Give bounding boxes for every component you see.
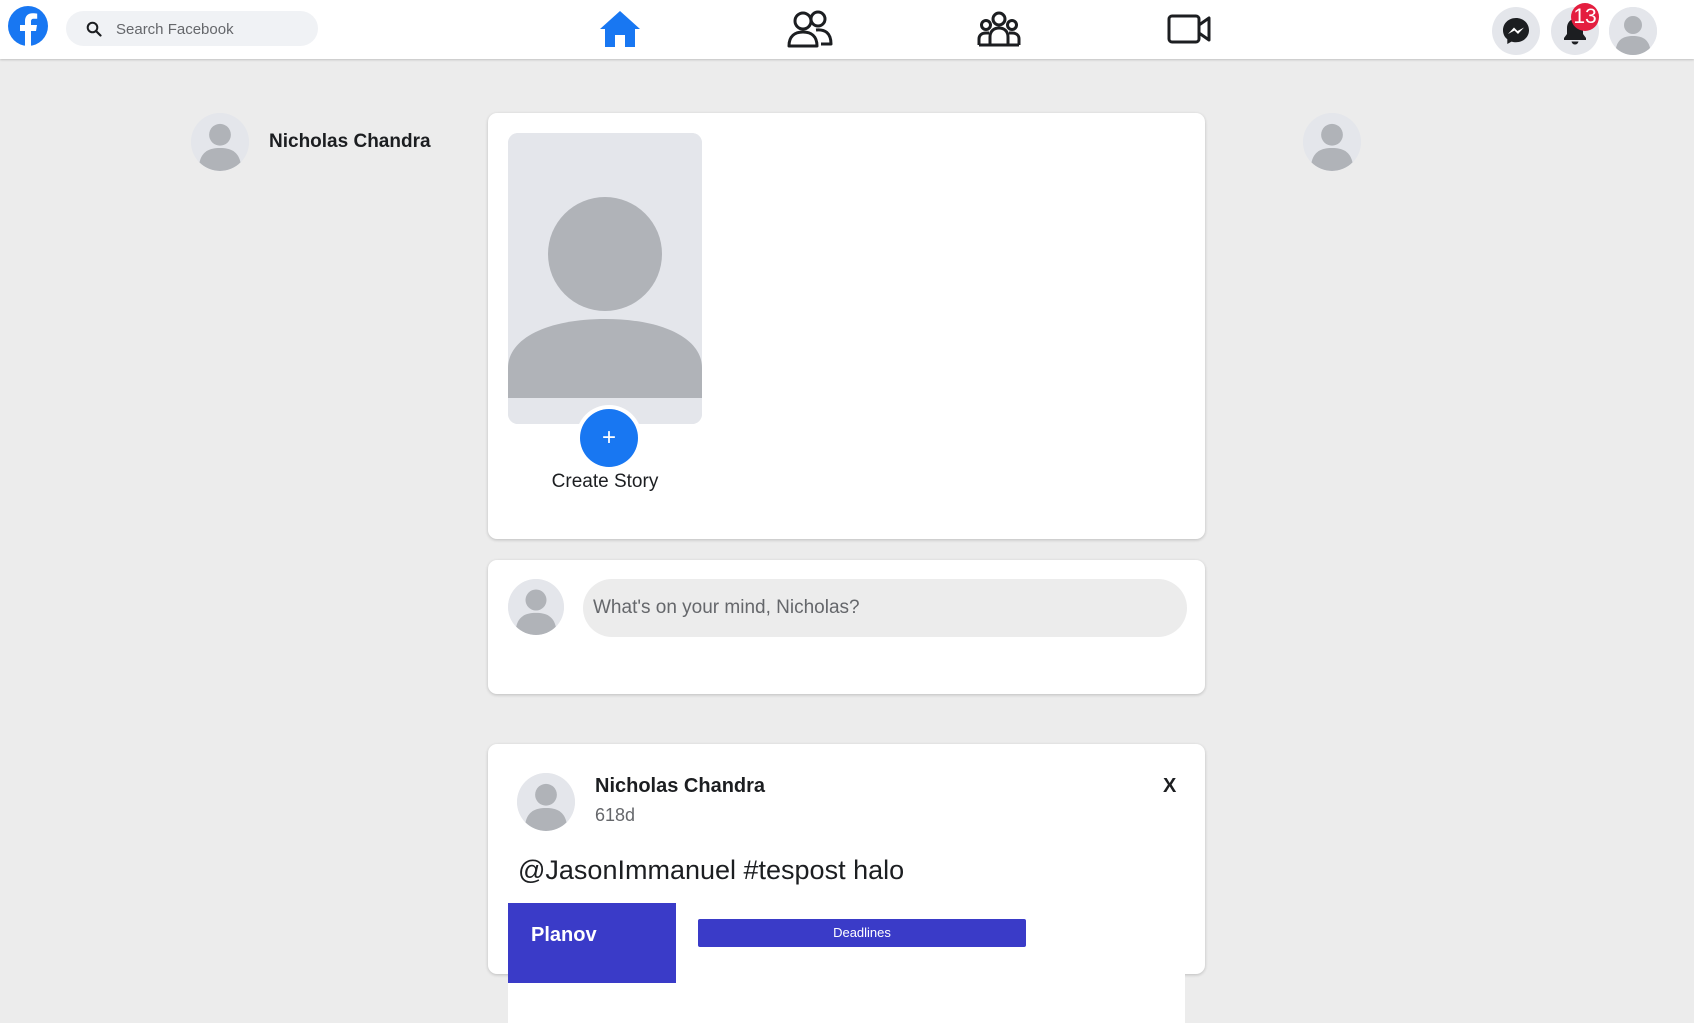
post-image[interactable]: Planov Deadlines bbox=[508, 903, 1185, 1023]
avatar-icon bbox=[508, 579, 564, 635]
sidebar-user-name[interactable]: Nicholas Chandra bbox=[269, 131, 431, 153]
planov-logo-text: Planov bbox=[531, 924, 597, 946]
groups-icon bbox=[977, 11, 1021, 47]
post-author-name[interactable]: Nicholas Chandra bbox=[595, 775, 765, 798]
nav-friends[interactable] bbox=[787, 8, 833, 50]
home-icon bbox=[600, 11, 640, 47]
deadlines-bar: Deadlines bbox=[698, 919, 1026, 947]
facebook-logo-icon[interactable] bbox=[8, 6, 48, 46]
nav-groups[interactable] bbox=[976, 8, 1022, 50]
search-box[interactable] bbox=[66, 11, 318, 48]
friends-icon bbox=[787, 10, 833, 48]
post-timestamp: 618d bbox=[595, 805, 636, 825]
create-story-label[interactable]: Create Story bbox=[508, 471, 702, 493]
avatar-icon bbox=[517, 773, 575, 831]
avatar-icon bbox=[1609, 7, 1657, 55]
stories-card: + Create Story bbox=[488, 113, 1205, 539]
search-icon bbox=[86, 21, 102, 37]
search-input[interactable] bbox=[114, 11, 313, 48]
avatar-icon bbox=[1303, 113, 1361, 171]
planov-sidebar-panel: Planov bbox=[508, 903, 676, 983]
post-card: Nicholas Chandra 618d X @JasonImmanuel #… bbox=[488, 744, 1205, 1023]
plus-icon: + bbox=[580, 409, 638, 467]
create-story-button[interactable]: + bbox=[576, 405, 642, 471]
messenger-icon bbox=[1503, 18, 1529, 44]
top-navigation-bar: 13 bbox=[0, 0, 1694, 59]
avatar-icon bbox=[191, 113, 249, 171]
account-button[interactable] bbox=[1609, 7, 1657, 55]
avatar bbox=[508, 579, 564, 635]
post-author-avatar[interactable] bbox=[517, 773, 575, 831]
nav-home[interactable] bbox=[597, 8, 643, 50]
post-composer-card bbox=[488, 560, 1205, 694]
profile-placeholder-icon bbox=[508, 133, 702, 424]
create-story-tile[interactable] bbox=[508, 133, 702, 424]
post-close-button[interactable]: X bbox=[1163, 775, 1176, 798]
post-text: @JasonImmanuel #tespost halo bbox=[518, 855, 905, 885]
contact-avatar[interactable] bbox=[1303, 113, 1361, 171]
sidebar-profile-link[interactable]: Nicholas Chandra bbox=[191, 113, 491, 171]
avatar bbox=[191, 113, 249, 171]
post-composer-input[interactable] bbox=[583, 579, 1187, 637]
video-icon bbox=[1167, 14, 1211, 44]
nav-watch[interactable] bbox=[1166, 8, 1212, 50]
notification-count-badge: 13 bbox=[1571, 3, 1599, 31]
messenger-button[interactable] bbox=[1492, 7, 1540, 55]
